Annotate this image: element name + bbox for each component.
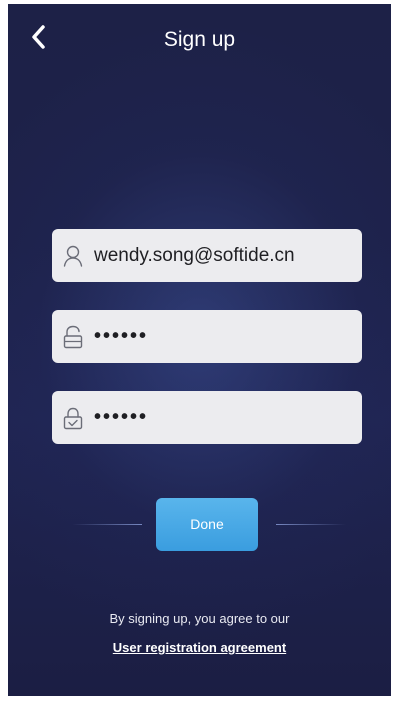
done-button[interactable]: Done xyxy=(156,498,258,551)
divider-right xyxy=(276,524,346,525)
divider-left xyxy=(72,524,142,525)
agreement-link[interactable]: User registration agreement xyxy=(8,640,391,655)
password-value: •••••• xyxy=(94,325,149,347)
confirm-password-value: •••••• xyxy=(94,406,149,428)
confirm-password-field[interactable]: •••••• xyxy=(52,391,362,444)
signup-screen: Sign up wendy.song@softide.cn •••••• •••… xyxy=(8,4,391,696)
email-field[interactable]: wendy.song@softide.cn xyxy=(52,229,362,282)
unlock-icon xyxy=(62,325,84,349)
password-field[interactable]: •••••• xyxy=(52,310,362,363)
page-title: Sign up xyxy=(163,28,236,51)
lock-check-icon xyxy=(62,406,84,430)
email-value: wendy.song@softide.cn xyxy=(94,245,295,266)
user-icon xyxy=(62,244,84,268)
agreement-text: By signing up, you agree to our xyxy=(109,611,290,626)
